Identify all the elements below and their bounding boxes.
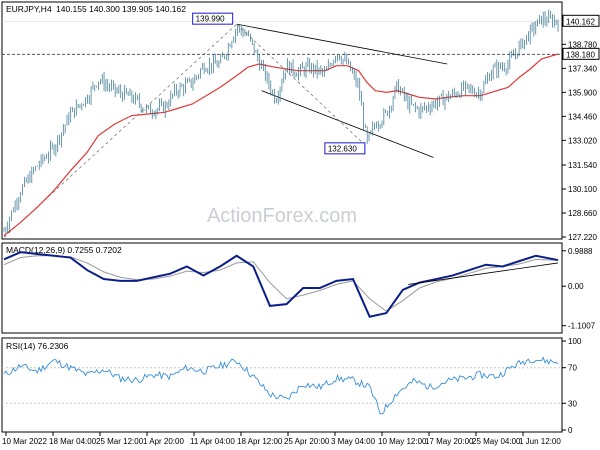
x-tick-label: 18 Apr 12:00	[237, 437, 283, 446]
x-tick-label: 25 Mar 12:00	[96, 437, 144, 446]
watermark: ActionForex.com	[207, 205, 357, 227]
macd-title: MACD(12,26,9) 0.7255 0.7202	[6, 245, 122, 255]
chart-symbol: EURJPY,H4	[6, 4, 52, 14]
price-y-tick-label: 134.460	[568, 112, 597, 121]
macd-y-axis: 0.9888 0.00 -1.1007	[562, 247, 596, 331]
rsi-title: RSI(14) 76.2306	[6, 341, 69, 351]
macd-y-tick-label: 0.00	[568, 282, 584, 291]
macd-y-tick-label: 0.9888	[568, 247, 593, 256]
level-price-label: 138.180	[566, 50, 595, 59]
x-tick-label: 10 Mar 2022	[2, 437, 47, 446]
x-tick-label: 3 May 04:00	[331, 437, 376, 446]
x-tick-label: 10 May 12:00	[378, 437, 427, 446]
price-y-tick-label: 137.340	[568, 64, 597, 73]
chart-ohlc: 140.155 140.300 139.905 140.162	[56, 4, 186, 14]
x-tick-label: 1 Jun 12:00	[519, 437, 561, 446]
price-panel: EURJPY,H4 140.155 140.300 139.905 140.16…	[1, 1, 600, 242]
price-y-tick-label: 128.660	[568, 209, 597, 218]
x-tick-label: 25 Apr 20:00	[284, 437, 330, 446]
forex-chart: EURJPY,H4 140.155 140.300 139.905 140.16…	[1, 1, 600, 446]
rsi-y-tick-label: 0	[568, 426, 573, 435]
price-y-tick-label: 131.540	[568, 161, 597, 170]
x-tick-label: 1 Apr 20:00	[143, 437, 184, 446]
price-y-tick-label: 127.220	[568, 233, 597, 242]
price-y-tick-label: 130.100	[568, 185, 597, 194]
rsi-y-axis: 100 70 30 0	[562, 337, 582, 435]
x-tick-label: 17 May 20:00	[425, 437, 474, 446]
rsi-y-tick-label: 30	[568, 399, 577, 408]
x-tick-label: 11 Apr 04:00	[190, 437, 235, 446]
macd-panel: MACD(12,26,9) 0.7255 0.7202 0.9888 0.00 -1…	[1, 242, 596, 334]
x-tick-label: 25 May 04:00	[472, 437, 521, 446]
rsi-y-tick-label: 100	[568, 337, 582, 346]
rsi-panel-frame	[1, 337, 563, 433]
macd-y-tick-label: -1.1007	[568, 322, 596, 331]
price-annotation-label: 132.630	[328, 144, 357, 153]
price-y-tick-label: 133.020	[568, 136, 597, 145]
price-y-tick-label: 135.900	[568, 88, 597, 97]
current-price-label: 140.162	[566, 17, 595, 26]
rsi-panel: RSI(14) 76.2306 100 70 30 0	[1, 337, 582, 435]
price-annotation-label: 139.990	[196, 15, 225, 24]
price-y-axis: 127.220 128.660 130.100 131.540 133.020 134.4…	[562, 14, 600, 242]
rsi-y-tick-label: 70	[568, 364, 577, 373]
x-axis: 10 Mar 2022 18 Mar 04:00 25 Mar 12:00 1 Apr…	[2, 432, 561, 446]
macd-panel-frame	[1, 242, 563, 334]
x-tick-label: 18 Mar 04:00	[49, 437, 97, 446]
price-panel-frame	[1, 1, 563, 240]
